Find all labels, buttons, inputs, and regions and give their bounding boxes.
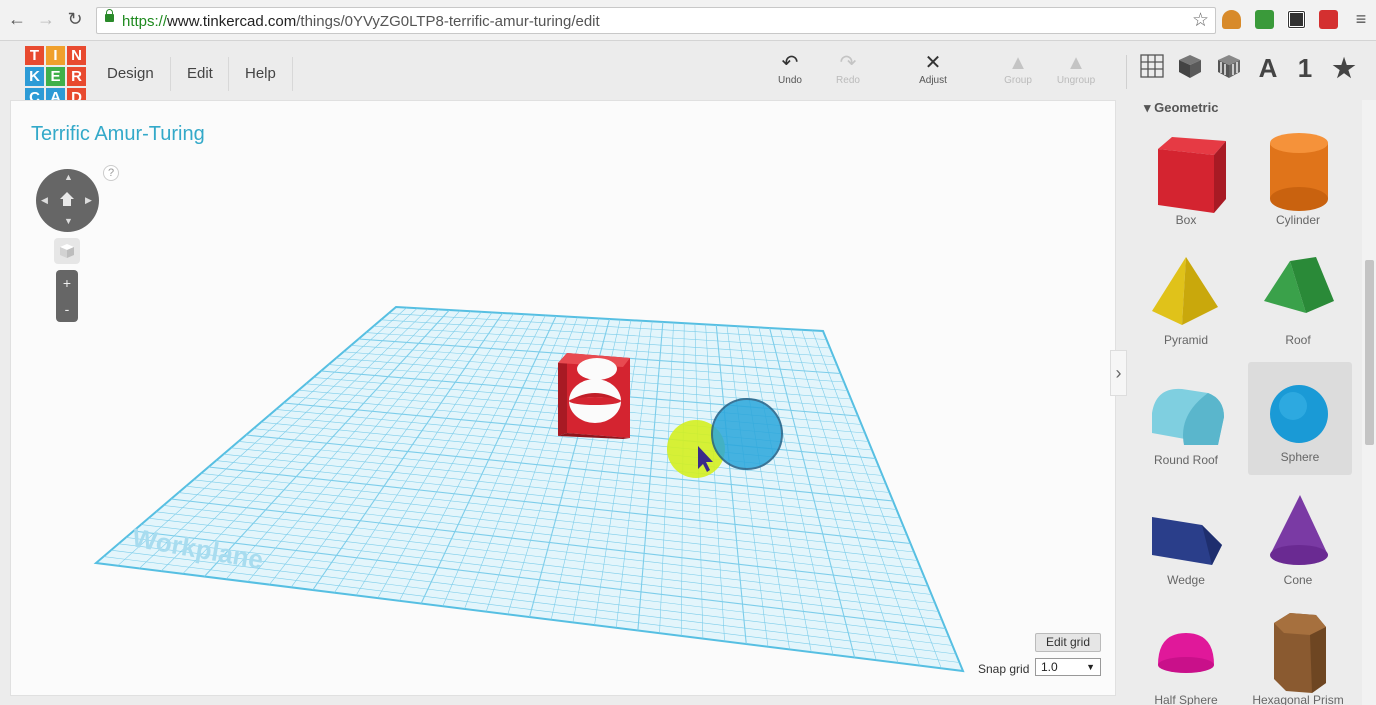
shape-label: Wedge (1167, 573, 1205, 587)
panel-scrollbar[interactable] (1362, 100, 1376, 705)
menu-help[interactable]: Help (228, 57, 293, 91)
workplane-canvas[interactable]: Terrific Amur-Turing ? ▲ ▼ ◀ ▶ + - Workp… (10, 100, 1116, 696)
sphere-icon (1270, 385, 1328, 443)
solid-cube-icon (1179, 55, 1201, 78)
shape-half-sphere[interactable]: Half Sphere (1134, 605, 1238, 705)
logo-letter: R (67, 67, 86, 86)
shape-hexagonal-prism[interactable]: Hexagonal Prism (1246, 605, 1350, 705)
ungroup-icon: ▲ (1066, 52, 1086, 74)
menu-design[interactable]: Design (91, 57, 170, 91)
pyramid-icon (1152, 257, 1218, 325)
extension-icon-4[interactable] (1319, 10, 1338, 29)
shape-round-roof[interactable]: Round Roof (1134, 365, 1238, 478)
half-sphere-icon (1158, 633, 1214, 673)
shape-wedge[interactable]: Wedge (1134, 485, 1238, 598)
address-bar[interactable]: https://www.tinkercad.com/things/0YVyZG0… (96, 7, 1216, 34)
roof-icon (1264, 257, 1334, 313)
logo-letter: K (25, 67, 44, 86)
scene-3d[interactable]: Workplane (11, 101, 1116, 696)
shape-cone[interactable]: Cone (1246, 485, 1350, 598)
scrollbar-thumb[interactable] (1365, 260, 1374, 445)
category-title: Geometric (1154, 100, 1219, 115)
snap-grid-select[interactable]: 1.0 ▼ (1035, 658, 1101, 676)
red-box-object[interactable] (558, 353, 630, 439)
text-shapes-button[interactable]: A (1253, 53, 1283, 83)
toolbar-divider (1126, 55, 1127, 89)
ungroup-button[interactable]: ▲ Ungroup (1046, 51, 1106, 86)
sphere-object[interactable] (711, 398, 783, 470)
group-icon: ▲ (1008, 52, 1028, 74)
back-icon[interactable]: ← (6, 8, 28, 30)
adjust-icon: ✕ (924, 52, 942, 74)
url-text[interactable]: https://www.tinkercad.com/things/0YVyZG0… (122, 13, 600, 30)
adjust-button[interactable]: ✕ Adjust (903, 51, 963, 86)
shape-label: Pyramid (1163, 333, 1208, 347)
undo-button[interactable]: ↶ Undo (760, 51, 820, 86)
extension-icon-2[interactable] (1255, 10, 1274, 29)
shape-label: Sphere (1280, 450, 1320, 464)
snap-grid-label: Snap grid (978, 662, 1030, 676)
logo-letter: T (25, 46, 44, 65)
ungroup-label: Ungroup (1056, 75, 1096, 86)
shapes-panel: ▾ Geometric Box Cylinder Pyramid Roof Ro… (1130, 100, 1362, 705)
reload-icon[interactable]: ↻ (64, 8, 86, 30)
forward-icon[interactable]: → (35, 8, 57, 30)
number-shapes-button[interactable]: 1 (1290, 53, 1320, 83)
grid-view-button[interactable] (1137, 53, 1167, 83)
menu-edit[interactable]: Edit (170, 57, 229, 91)
shape-roof[interactable]: Roof (1246, 245, 1350, 358)
edit-grid-button[interactable]: Edit grid (1035, 633, 1101, 652)
group-button[interactable]: ▲ Group (988, 51, 1048, 86)
undo-label: Undo (778, 75, 802, 86)
holes-shapes-button[interactable] (1214, 53, 1244, 83)
shape-label: Cylinder (1275, 213, 1320, 227)
shape-label: Roof (1285, 333, 1311, 347)
extension-icon-3[interactable] (1287, 10, 1306, 29)
shape-label: Hexagonal Prism (1252, 693, 1344, 705)
hexagonal-prism-icon (1274, 613, 1326, 693)
favorites-star-icon[interactable]: ★ (1329, 53, 1359, 83)
logo-letter: E (46, 67, 65, 86)
redo-icon: ↷ (839, 52, 857, 74)
wedge-icon (1152, 517, 1222, 565)
snap-grid-value: 1.0 (1041, 660, 1058, 674)
shape-label: Cone (1283, 573, 1313, 587)
round-roof-icon (1152, 388, 1224, 445)
shape-box[interactable]: Box (1134, 125, 1238, 238)
lock-icon (105, 9, 114, 22)
group-label: Group (1004, 75, 1032, 86)
striped-cube-icon (1218, 55, 1240, 78)
redo-label: Redo (836, 75, 860, 86)
tinkercad-logo[interactable]: T I N K E R C A D (25, 46, 86, 107)
shape-label: Box (1175, 213, 1197, 227)
shape-label: Half Sphere (1154, 693, 1218, 705)
shape-label: Round Roof (1153, 453, 1219, 467)
undo-icon: ↶ (781, 52, 799, 74)
logo-letter: N (67, 46, 86, 65)
shape-sphere[interactable]: Sphere (1248, 362, 1352, 475)
dropdown-arrow-icon: ▼ (1086, 662, 1095, 672)
cylinder-icon (1270, 133, 1328, 211)
app-toolbar: T I N K E R C A D Design Edit Help ↶ Und… (0, 41, 1376, 107)
adjust-label: Adjust (919, 75, 947, 86)
category-header[interactable]: ▾ Geometric (1144, 100, 1218, 116)
logo-letter: I (46, 46, 65, 65)
box-icon (1158, 137, 1226, 213)
chrome-menu-icon[interactable]: ≡ (1350, 8, 1372, 30)
bookmark-star-icon[interactable]: ☆ (1192, 9, 1209, 32)
basic-shapes-button[interactable] (1175, 53, 1205, 83)
panel-collapse-button[interactable]: › (1110, 350, 1127, 396)
grid-icon (1140, 54, 1164, 78)
redo-button[interactable]: ↷ Redo (818, 51, 878, 86)
browser-toolbar: ← → ↻ https://www.tinkercad.com/things/0… (0, 0, 1376, 41)
cone-icon (1270, 495, 1328, 565)
extension-icon-1[interactable] (1222, 10, 1241, 29)
shape-pyramid[interactable]: Pyramid (1134, 245, 1238, 358)
shape-cylinder[interactable]: Cylinder (1246, 125, 1350, 238)
